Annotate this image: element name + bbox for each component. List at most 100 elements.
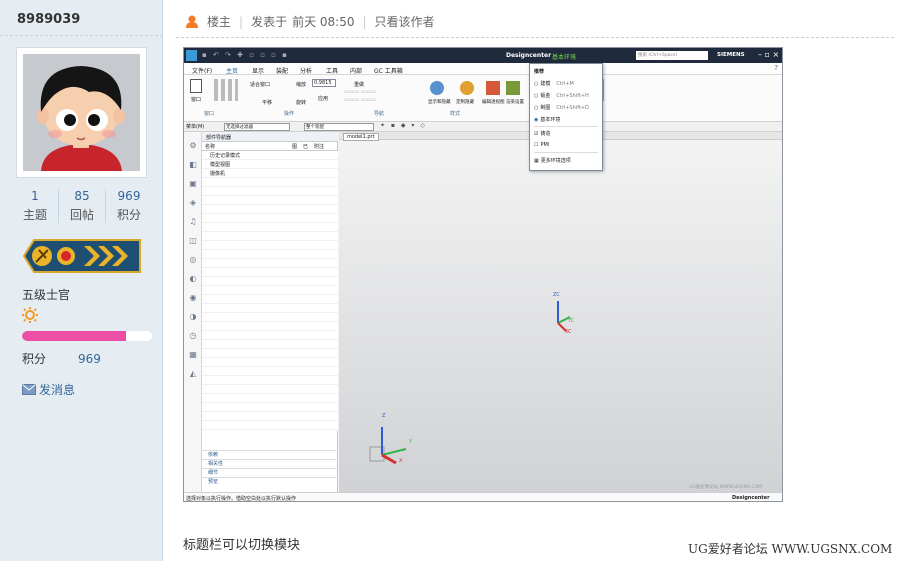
- disabled-commands: ▫▫▫▫▫ ▫▫▫▫▫ ▫▫▫▫▫ ▫▫▫▫▫: [344, 90, 376, 103]
- environment-switcher[interactable]: 基本环境: [552, 52, 576, 61]
- snap-toolbar[interactable]: ✦ ▪ ◆ ▾ ◇: [380, 122, 427, 129]
- window-button-label[interactable]: 窗口: [191, 96, 201, 103]
- zoom-input[interactable]: 0.9815: [312, 79, 336, 87]
- type-filter-select[interactable]: 无选择过滤器: [224, 123, 290, 131]
- env-option-modeling[interactable]: ○ 建模 Ctrl+M: [534, 80, 574, 88]
- ribbon-cmd-label[interactable]: 定制隐藏: [456, 99, 474, 105]
- tab-analysis[interactable]: 分析: [300, 66, 312, 75]
- tree-node[interactable]: 摄像机: [210, 170, 225, 177]
- env-option-more[interactable]: ▦ 更多环境选项: [534, 157, 571, 165]
- env-label: 建模: [540, 81, 551, 87]
- custom-hide-icon[interactable]: [460, 81, 474, 95]
- author-name[interactable]: 8989039: [17, 12, 80, 27]
- env-label: PMI: [540, 142, 550, 148]
- send-message-link[interactable]: 发消息: [22, 381, 75, 398]
- env-label: 更多环境选项: [540, 158, 571, 164]
- env-option-drafting[interactable]: ○ 制图 Ctrl+Shift+D: [534, 104, 589, 112]
- env-option-sheetmetal[interactable]: ○ 钣金 Ctrl+Shift+H: [534, 92, 589, 100]
- env-option-casting[interactable]: ☑ 铸造: [534, 130, 551, 138]
- settings-icon: ▦: [534, 157, 539, 164]
- post-body-text: 标题栏可以切换模块: [183, 538, 301, 553]
- tab-gc-toolbox[interactable]: GC 工具箱: [374, 66, 403, 75]
- part-navigator: 部件导航器 名称 图 已 附注 历史记录模式 模型视图 摄像机 依赖 相关性 细…: [202, 132, 338, 492]
- show-hide-icon[interactable]: [430, 81, 444, 95]
- ribbon-cmd-label[interactable]: 渲染设置: [506, 99, 524, 105]
- radio-icon: ○: [534, 104, 539, 111]
- window-controls[interactable]: – ▫ ×: [758, 50, 779, 59]
- envelope-icon: [22, 384, 36, 395]
- navigator-header: 名称 图 已 附注: [202, 142, 338, 151]
- stat-label: 主题: [22, 208, 47, 222]
- ribbon-group-labels: 窗口 操作 导航 样式: [184, 110, 782, 119]
- env-label: 制图: [540, 105, 551, 111]
- tab-assembly[interactable]: 装配: [276, 66, 288, 75]
- scope-select[interactable]: 整个装配: [304, 123, 374, 131]
- pan-button[interactable]: 平移: [262, 99, 272, 106]
- col-icon[interactable]: 图: [292, 143, 297, 150]
- app-title: Designcenter: [506, 52, 552, 59]
- layout-grid-icon[interactable]: [214, 79, 238, 101]
- user-icon: [186, 15, 198, 28]
- help-icon[interactable]: ?: [774, 64, 778, 72]
- col-note[interactable]: 附注: [314, 143, 324, 150]
- avatar[interactable]: [23, 54, 140, 171]
- stat-threads[interactable]: 1 主题: [12, 189, 59, 223]
- col-updated[interactable]: 已: [303, 143, 308, 150]
- env-label: 铸造: [540, 131, 551, 137]
- env-shortcut: Ctrl+Shift+H: [556, 92, 589, 99]
- section-preview[interactable]: 预览: [202, 477, 338, 486]
- quick-access-toolbar[interactable]: ▪ ↶ ↷ ✚ ▫ ▫ ▫ ▪: [202, 51, 289, 59]
- tab-internal[interactable]: 内部: [350, 66, 362, 75]
- perspective-icon[interactable]: [486, 81, 500, 95]
- avatar-cartoon-icon: [23, 54, 140, 171]
- posted-time: 前天 08:50: [292, 15, 355, 29]
- stat-points[interactable]: 969 积分: [106, 189, 152, 223]
- graphics-window[interactable]: model1.prt ZC YC XC Z Y X UG爱好者论坛 WWW.UG…: [339, 132, 782, 492]
- menu-button[interactable]: 菜单(M): [186, 123, 204, 130]
- resource-bar-icons[interactable]: ⚙ ◧ ▣ ◈ ♫ ◫ ◎ ◐ ◉ ◑ ◷ ▦ ◭: [187, 136, 199, 383]
- rotate-button[interactable]: 旋转: [296, 99, 306, 106]
- triad-label-y: Y: [409, 439, 413, 445]
- ribbon-cmd-label[interactable]: 编辑透视图: [482, 99, 505, 105]
- siemens-brand: SIEMENS: [717, 52, 745, 58]
- command-search-input[interactable]: 搜索 (Ctrl+Space): [636, 51, 708, 60]
- col-name[interactable]: 名称: [205, 143, 215, 150]
- radio-icon: ○: [534, 92, 539, 99]
- environment-dropdown: 推荐 ○ 建模 Ctrl+M ○ 钣金 Ctrl+Shift+H ○ 制图 Ctrl+Shi…: [529, 63, 603, 171]
- stat-value: 969: [117, 189, 141, 203]
- stat-label: 回帖: [69, 208, 94, 222]
- fit-window-button[interactable]: 适合窗口: [250, 81, 270, 88]
- cad-app-screenshot: ▪ ↶ ↷ ✚ ▫ ▫ ▫ ▪ Designcenter 基本环境 搜索 (Ct…: [183, 47, 783, 502]
- ribbon-cmd-label[interactable]: 显示和隐藏: [428, 99, 451, 105]
- navigator-title: 部件导航器: [202, 132, 338, 142]
- window-icon[interactable]: [190, 79, 202, 93]
- tab-tools[interactable]: 工具: [326, 66, 338, 75]
- selection-bar: 菜单(M) 无选择过滤器 整个装配 ✦ ▪ ◆ ▾ ◇: [184, 122, 782, 132]
- env-option-gateway[interactable]: ◉ 基本环境: [534, 116, 561, 124]
- render-settings-icon[interactable]: [506, 81, 520, 95]
- menu-file[interactable]: 文件(F): [192, 66, 212, 75]
- stat-replies[interactable]: 85 回帖: [59, 189, 106, 223]
- env-option-pmi[interactable]: ☐ PMI: [534, 142, 549, 148]
- env-label: 钣金: [540, 93, 551, 99]
- section-relevance[interactable]: 相关性: [202, 459, 338, 468]
- tree-node[interactable]: 历史记录模式: [210, 152, 240, 159]
- level-progress-fill: [22, 331, 126, 341]
- section-dependencies[interactable]: 依赖: [202, 450, 338, 459]
- triad-label-z: Z: [382, 413, 386, 419]
- stat-value: 1: [31, 189, 39, 203]
- tab-display[interactable]: 显示: [252, 66, 264, 75]
- tree-node[interactable]: 模型视图: [210, 161, 230, 168]
- section-details[interactable]: 细节: [202, 468, 338, 477]
- dropdown-divider: [534, 152, 598, 153]
- avatar-frame[interactable]: [16, 47, 147, 178]
- author-tag: 楼主: [207, 15, 232, 29]
- triad-label-x: X: [399, 458, 403, 464]
- env-label: 基本环境: [540, 117, 561, 123]
- stat-value: 85: [74, 189, 90, 203]
- sidebar-divider: [0, 35, 163, 36]
- status-brand: Designcenter: [732, 495, 770, 501]
- only-author-link[interactable]: 只看该作者: [375, 13, 435, 30]
- redo-button[interactable]: 重做: [354, 81, 364, 88]
- apply-button[interactable]: 应用: [318, 95, 328, 102]
